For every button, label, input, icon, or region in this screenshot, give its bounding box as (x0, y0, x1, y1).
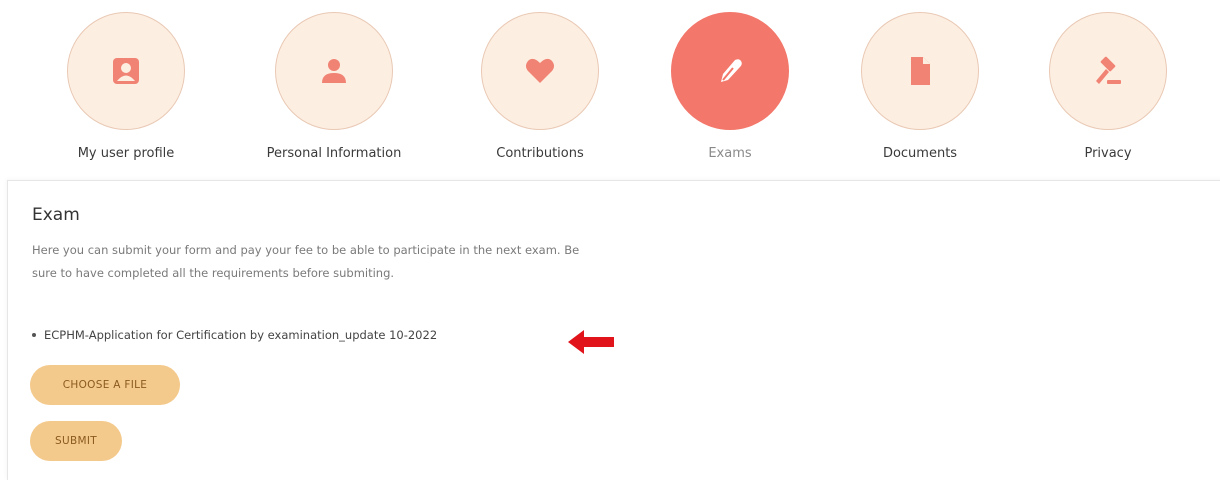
nav-item-personal-information[interactable]: Personal Information (244, 12, 424, 161)
nav-circle[interactable] (481, 12, 599, 130)
nav-label: Documents (882, 146, 958, 161)
nav-circle[interactable] (861, 12, 979, 130)
user-icon (322, 59, 346, 83)
file-list-item[interactable]: ECPHM-Application for Certification by e… (32, 328, 437, 342)
arrow-left-icon (568, 330, 614, 354)
nav-circle[interactable] (275, 12, 393, 130)
nav-label: Personal Information (266, 146, 402, 161)
nav-label: Privacy (1084, 146, 1132, 161)
nav-item-contributions[interactable]: Contributions (450, 12, 630, 161)
nav-label: Contributions (496, 146, 584, 161)
profile-nav: My user profile Personal Information Con… (0, 0, 1220, 180)
panel-title: Exam (32, 205, 80, 225)
nav-item-privacy[interactable]: Privacy (1018, 12, 1198, 161)
file-link[interactable]: ECPHM-Application for Certification by e… (44, 328, 437, 342)
heart-icon (526, 58, 554, 83)
submit-button[interactable]: SUBMIT (30, 421, 122, 461)
choose-file-button[interactable]: CHOOSE A FILE (30, 365, 180, 405)
bullet (32, 333, 36, 337)
nav-circle[interactable] (1049, 12, 1167, 130)
nav-item-exams[interactable]: Exams (640, 12, 820, 161)
gavel-icon (1096, 56, 1121, 84)
id-card-icon (113, 58, 139, 84)
nav-item-documents[interactable]: Documents (830, 12, 1010, 161)
nav-label: My user profile (77, 146, 175, 161)
nav-circle-active[interactable] (671, 12, 789, 130)
document-icon (911, 57, 930, 85)
exam-description: Here you can submit your form and pay yo… (32, 243, 580, 280)
pen-icon (721, 59, 742, 82)
nav-item-my-user-profile[interactable]: My user profile (36, 12, 216, 161)
nav-circle[interactable] (67, 12, 185, 130)
exam-panel: Exam Here you can submit your form and p… (7, 180, 1220, 480)
file-list: ECPHM-Application for Certification by e… (32, 328, 437, 342)
nav-label: Exams (708, 146, 752, 161)
